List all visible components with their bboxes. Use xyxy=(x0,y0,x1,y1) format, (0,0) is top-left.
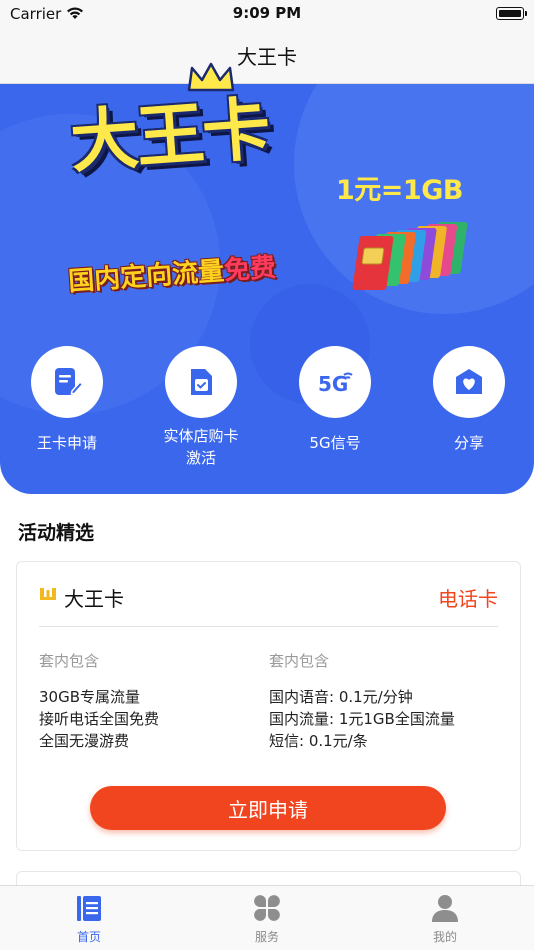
status-bar: Carrier 9:09 PM xyxy=(0,0,534,28)
quick-action-label-line2: 激活 xyxy=(185,449,216,467)
banner-slogan-highlight: 免费 xyxy=(223,252,277,287)
home-list-icon xyxy=(77,896,101,921)
list-item: 接听电话全国免费 xyxy=(39,710,160,728)
sim-card-icon xyxy=(191,369,212,395)
divider xyxy=(39,626,498,627)
tab-home[interactable]: 首页 xyxy=(0,892,178,945)
package-heading: 套内包含 xyxy=(269,652,330,670)
sim-cards-illustration xyxy=(352,222,468,290)
product-type-badge: 电话卡 xyxy=(438,587,498,611)
list-item: 全国无漫游费 xyxy=(39,732,130,750)
quick-action-label: 分享 xyxy=(453,434,484,452)
product-card[interactable]: 大王卡 电话卡 套内包含 30GB专属流量 接听电话全国免费 全国无漫游费 套内… xyxy=(16,561,521,851)
quick-action-label: 实体店购卡 激活 xyxy=(134,425,268,469)
tab-profile[interactable]: 我的 xyxy=(356,892,534,945)
quick-action-wangka-apply[interactable]: 王卡申请 xyxy=(0,346,134,454)
svg-text:5G: 5G xyxy=(318,372,348,396)
clock: 9:09 PM xyxy=(232,4,302,22)
battery-icon xyxy=(496,7,527,20)
package-feature-list: 国内语音: 0.1元/分钟 国内流量: 1元1GB全国流量 短信: 0.1元/条 xyxy=(269,686,489,752)
navigation-bar: 大王卡 xyxy=(0,28,534,84)
banner-brand-text: 大王卡 xyxy=(67,90,272,183)
package-feature-list: 30GB专属流量 接听电话全国免费 全国无漫游费 xyxy=(39,686,259,752)
quick-action-5g-signal[interactable]: 5G 5G信号 xyxy=(268,346,402,454)
list-item: 国内语音: 0.1元/分钟 xyxy=(269,688,413,706)
user-profile-icon xyxy=(432,895,458,922)
quick-action-label: 5G信号 xyxy=(309,434,361,452)
product-name: 大王卡 xyxy=(64,587,124,611)
grid-services-icon xyxy=(254,895,280,921)
quick-action-share[interactable]: 分享 xyxy=(402,346,534,454)
tab-label: 我的 xyxy=(432,930,457,944)
5g-signal-icon: 5G xyxy=(318,372,353,396)
apply-now-button[interactable]: 立即申请 xyxy=(90,786,446,830)
quick-action-store-activation[interactable]: 实体店购卡 激活 xyxy=(134,346,268,469)
quick-actions: 王卡申请 实体店购卡 激活 5G 5G信号 分享 xyxy=(0,346,534,476)
quick-action-label: 王卡申请 xyxy=(36,434,97,452)
tab-bar: 首页 服务 我的 xyxy=(0,885,534,950)
banner-price-text: 1元=1GB xyxy=(336,175,463,206)
section-title: 活动精选 xyxy=(18,522,95,544)
wangka-logo-icon xyxy=(40,588,56,600)
tab-label: 首页 xyxy=(76,930,101,944)
list-item: 30GB专属流量 xyxy=(39,688,141,706)
tab-services[interactable]: 服务 xyxy=(178,892,356,945)
edit-document-icon xyxy=(55,368,84,395)
list-item: 国内流量: 1元1GB全国流量 xyxy=(269,710,455,728)
tab-label: 服务 xyxy=(254,930,279,944)
package-right-column: 套内包含 国内语音: 0.1元/分钟 国内流量: 1元1GB全国流量 短信: 0… xyxy=(269,650,489,752)
page-title: 大王卡 xyxy=(237,45,297,69)
package-left-column: 套内包含 30GB专属流量 接听电话全国免费 全国无漫游费 xyxy=(39,650,259,752)
list-item: 短信: 0.1元/条 xyxy=(269,732,368,750)
package-heading: 套内包含 xyxy=(39,652,100,670)
share-heart-icon xyxy=(456,369,482,394)
quick-action-label-line1: 实体店购卡 xyxy=(163,427,239,445)
